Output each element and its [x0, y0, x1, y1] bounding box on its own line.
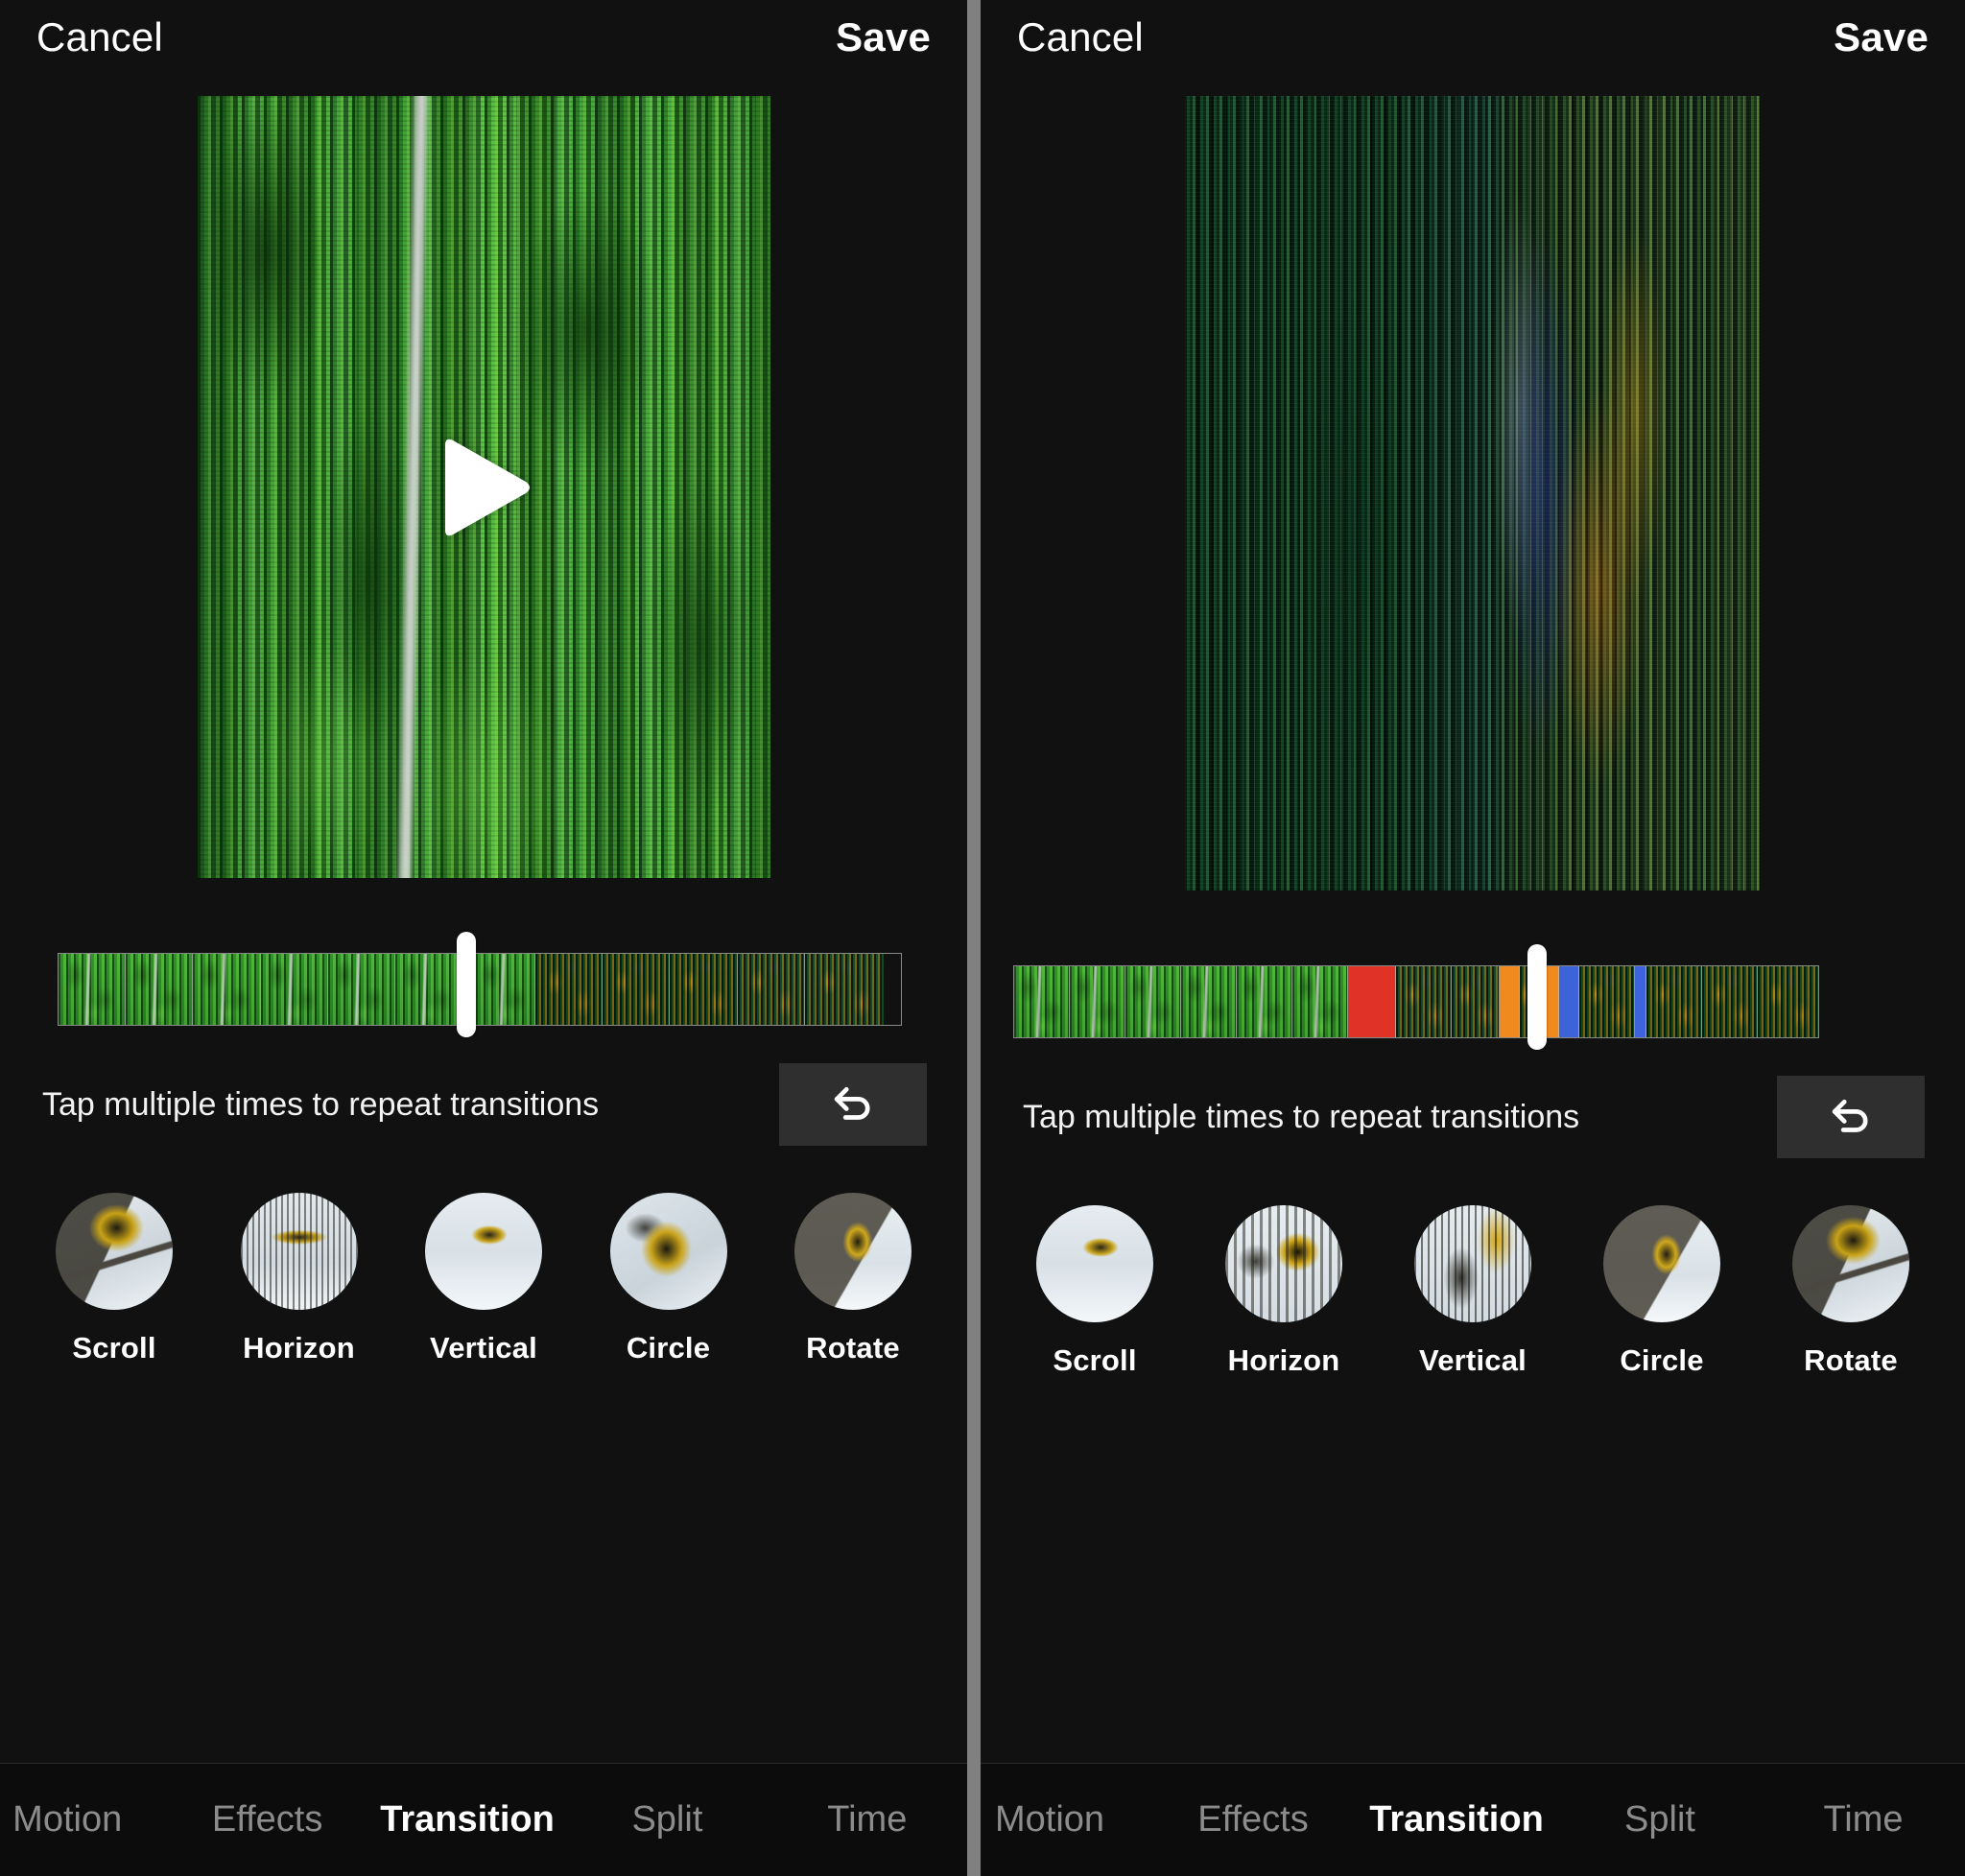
tab-time[interactable]: Time — [768, 1799, 967, 1840]
transition-picker: Scroll Horizon Vertical Circle Rotate — [981, 1205, 1965, 1378]
transition-label: Rotate — [806, 1331, 900, 1365]
transition-thumbnail — [1414, 1205, 1531, 1322]
transition-option-rotate[interactable]: Rotate — [1769, 1205, 1932, 1378]
transition-option-circle[interactable]: Circle — [1580, 1205, 1743, 1378]
transition-label: Horizon — [1227, 1343, 1340, 1377]
transition-option-horizon[interactable]: Horizon — [1202, 1205, 1365, 1378]
screenshot-root: Cancel Save Tap multiple times to repeat… — [0, 0, 1965, 1876]
video-preview[interactable] — [1185, 96, 1761, 891]
transition-label: Horizon — [243, 1331, 355, 1365]
tab-time[interactable]: Time — [1762, 1799, 1965, 1840]
transition-option-vertical[interactable]: Vertical — [402, 1193, 565, 1365]
transition-label: Scroll — [1053, 1343, 1137, 1377]
filmstrip-right[interactable] — [1013, 965, 1819, 1038]
hint-text: Tap multiple times to repeat transitions — [42, 1085, 600, 1123]
filmstrip-left[interactable] — [58, 953, 902, 1026]
timeline[interactable] — [0, 932, 967, 1037]
editor-panel-right: Cancel Save Tap multiple times to repeat… — [981, 0, 1965, 1876]
transition-option-circle[interactable]: Circle — [587, 1193, 750, 1365]
transition-thumbnail — [425, 1193, 542, 1310]
undo-button[interactable] — [1777, 1076, 1925, 1158]
tab-motion[interactable]: Motion — [981, 1799, 1151, 1840]
transition-thumbnail — [240, 1193, 358, 1310]
transition-picker: Scroll Horizon Vertical Circle Rotate — [0, 1193, 967, 1365]
tab-transition[interactable]: Transition — [1355, 1799, 1558, 1840]
play-triangle-icon — [445, 439, 530, 535]
tab-motion[interactable]: Motion — [0, 1799, 167, 1840]
preview-frame-texture — [1185, 96, 1761, 891]
cancel-button[interactable]: Cancel — [36, 17, 163, 58]
transition-label: Vertical — [430, 1331, 537, 1365]
tab-split[interactable]: Split — [1558, 1799, 1762, 1840]
transition-thumbnail — [1792, 1205, 1909, 1322]
transition-thumbnail — [609, 1193, 727, 1310]
transition-option-vertical[interactable]: Vertical — [1391, 1205, 1554, 1378]
transition-thumbnail — [56, 1193, 173, 1310]
timeline[interactable] — [981, 944, 1965, 1050]
transition-label: Scroll — [72, 1331, 156, 1365]
tab-effects[interactable]: Effects — [167, 1799, 367, 1840]
transition-label: Rotate — [1804, 1343, 1898, 1377]
panel-header: Cancel Save — [0, 0, 967, 75]
transition-option-scroll[interactable]: Scroll — [1013, 1205, 1176, 1378]
cancel-button[interactable]: Cancel — [1017, 17, 1144, 58]
video-preview-container — [981, 75, 1965, 891]
bottom-toolbar: Motion Effects Transition Split Time — [0, 1763, 967, 1876]
tab-split[interactable]: Split — [567, 1799, 767, 1840]
play-button[interactable] — [426, 430, 541, 545]
hint-row: Tap multiple times to repeat transitions — [0, 1058, 967, 1151]
hint-text: Tap multiple times to repeat transitions — [1023, 1098, 1580, 1135]
transition-option-horizon[interactable]: Horizon — [218, 1193, 381, 1365]
transition-label: Circle — [1620, 1343, 1704, 1377]
tab-transition[interactable]: Transition — [367, 1799, 567, 1840]
panel-divider — [967, 0, 981, 1876]
panel-header: Cancel Save — [981, 0, 1965, 75]
transition-thumbnail — [1225, 1205, 1342, 1322]
hint-row: Tap multiple times to repeat transitions — [981, 1071, 1965, 1163]
video-preview-container — [0, 75, 967, 878]
transition-option-rotate[interactable]: Rotate — [771, 1193, 935, 1365]
save-button[interactable]: Save — [836, 17, 931, 58]
video-preview[interactable] — [197, 96, 770, 878]
transition-label: Circle — [626, 1331, 711, 1365]
undo-button[interactable] — [779, 1063, 927, 1146]
transition-thumbnail — [794, 1193, 911, 1310]
timeline-playhead[interactable] — [1527, 944, 1547, 1050]
transition-label: Vertical — [1419, 1343, 1527, 1377]
transition-thumbnail — [1603, 1205, 1720, 1322]
editor-panel-left: Cancel Save Tap multiple times to repeat… — [0, 0, 967, 1876]
save-button[interactable]: Save — [1834, 17, 1929, 58]
undo-arrow-icon — [1832, 1099, 1868, 1132]
undo-arrow-icon — [834, 1086, 870, 1120]
timeline-playhead[interactable] — [457, 932, 476, 1037]
transition-thumbnail — [1036, 1205, 1153, 1322]
bottom-toolbar: Motion Effects Transition Split Time — [981, 1763, 1965, 1876]
transition-option-scroll[interactable]: Scroll — [33, 1193, 196, 1365]
tab-effects[interactable]: Effects — [1151, 1799, 1355, 1840]
